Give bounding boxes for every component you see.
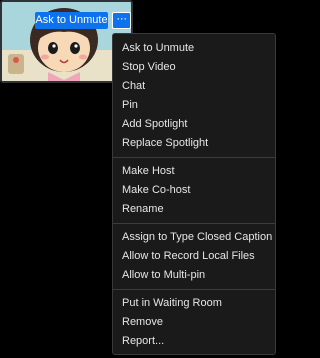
participant-context-menu: Ask to Unmute Stop Video Chat Pin Add Sp… [112,33,276,355]
menu-divider [113,223,275,224]
menu-divider [113,157,275,158]
ask-to-unmute-button[interactable]: Ask to Unmute [35,12,108,29]
menu-group-moderation: Put in Waiting Room Remove Report... [113,294,275,351]
menu-item-allow-multi-pin[interactable]: Allow to Multi-pin [113,266,275,285]
menu-item-report[interactable]: Report... [113,332,275,351]
menu-group-permissions: Assign to Type Closed Caption Allow to R… [113,228,275,285]
menu-divider [113,289,275,290]
menu-item-add-spotlight[interactable]: Add Spotlight [113,115,275,134]
menu-item-chat[interactable]: Chat [113,77,275,96]
menu-item-assign-closed-caption[interactable]: Assign to Type Closed Caption [113,228,275,247]
menu-item-allow-record-local[interactable]: Allow to Record Local Files [113,247,275,266]
menu-group-roles: Make Host Make Co-host Rename [113,162,275,219]
menu-item-stop-video[interactable]: Stop Video [113,58,275,77]
menu-item-remove[interactable]: Remove [113,313,275,332]
menu-item-make-host[interactable]: Make Host [113,162,275,181]
more-options-button[interactable]: ··· [112,12,131,29]
menu-item-ask-to-unmute[interactable]: Ask to Unmute [113,39,275,58]
menu-item-pin[interactable]: Pin [113,96,275,115]
menu-item-waiting-room[interactable]: Put in Waiting Room [113,294,275,313]
menu-item-replace-spotlight[interactable]: Replace Spotlight [113,134,275,153]
ellipsis-icon: ··· [116,11,127,25]
meeting-stage: Ask to Unmute ··· Ask to Unmute Stop Vid… [0,0,277,358]
menu-item-rename[interactable]: Rename [113,200,275,219]
menu-item-make-co-host[interactable]: Make Co-host [113,181,275,200]
menu-group-participant: Ask to Unmute Stop Video Chat Pin Add Sp… [113,39,275,153]
